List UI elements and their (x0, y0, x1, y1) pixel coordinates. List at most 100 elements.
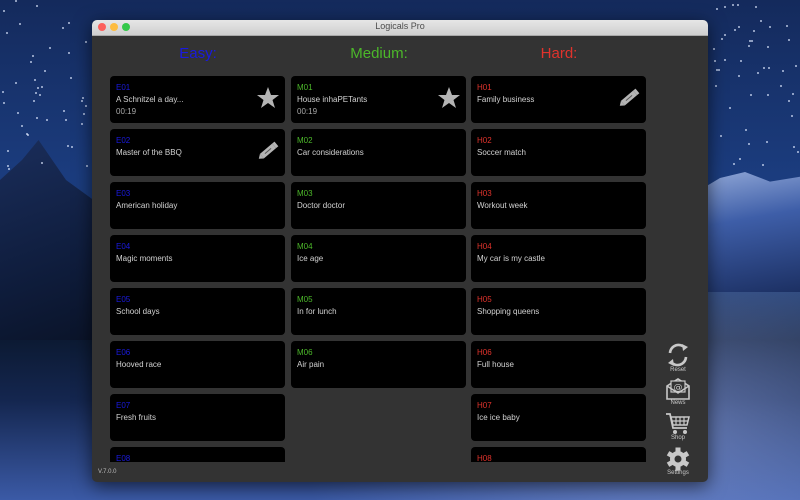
puzzle-card-e03[interactable]: E03 American holiday (110, 182, 285, 229)
puzzle-card-h06[interactable]: H06 Full house (471, 341, 646, 388)
star-icon (256, 86, 280, 110)
puzzle-name: Workout week (477, 201, 528, 210)
star-dot (749, 94, 752, 97)
settings-button[interactable]: Settings (658, 447, 698, 476)
pencil-icon (617, 86, 641, 110)
puzzle-name: Master of the BBQ (116, 148, 182, 157)
star-dot (755, 5, 758, 8)
puzzle-name: Air pain (297, 360, 325, 369)
star-dot (720, 38, 723, 41)
puzzle-card-e08[interactable]: E08 (110, 447, 285, 462)
puzzle-name: Fresh fruits (116, 413, 157, 422)
puzzle-card-m05[interactable]: M05 In for lunch (291, 288, 466, 335)
puzzle-code: H01 (477, 83, 492, 92)
star-dot (793, 146, 796, 149)
puzzle-grid: Easy: Medium: Hard: E01 A Schnitzel a day… (92, 20, 708, 462)
star-dot (35, 5, 38, 8)
puzzle-card-e01[interactable]: E01 A Schnitzel a day... 00:19 (110, 76, 285, 123)
puzzle-code: H08 (477, 454, 492, 462)
star-dot (752, 29, 755, 32)
star-dot (70, 145, 73, 148)
star-dot (38, 93, 41, 96)
puzzle-card-m04[interactable]: M04 Ice age (291, 235, 466, 282)
star-dot (744, 129, 747, 131)
star-dot (80, 100, 83, 103)
star-dot (779, 85, 782, 88)
star-dot (2, 10, 5, 13)
puzzle-name: In for lunch (297, 307, 337, 316)
puzzle-card-e02[interactable]: E02 Master of the BBQ (110, 129, 285, 176)
puzzle-code: E06 (116, 348, 131, 357)
star-dot (732, 162, 735, 165)
pencil-icon (256, 139, 280, 163)
star-dot (6, 165, 9, 168)
star-dot (21, 124, 24, 127)
star-dot (723, 34, 726, 37)
star-dot (84, 105, 87, 108)
puzzle-name: Full house (477, 360, 514, 369)
puzzle-card-e07[interactable]: E07 Fresh fruits (110, 394, 285, 441)
puzzle-card-h05[interactable]: H05 Shopping queens (471, 288, 646, 335)
star-dot (15, 82, 17, 85)
puzzle-code: H07 (477, 401, 492, 410)
puzzle-name: American holiday (116, 201, 178, 210)
news-icon: @ (666, 378, 690, 400)
puzzle-card-h04[interactable]: H04 My car is my castle (471, 235, 646, 282)
star-dot (785, 24, 788, 27)
star-dot (16, 111, 19, 114)
star-dot (62, 109, 65, 112)
puzzle-card-m03[interactable]: M03 Doctor doctor (291, 182, 466, 229)
shop-button[interactable]: Shop (658, 412, 698, 441)
star-dot (40, 86, 43, 89)
puzzle-card-e06[interactable]: E06 Hooved race (110, 341, 285, 388)
puzzle-name: House inhaPETants (297, 95, 368, 104)
puzzle-name: Car considerations (297, 148, 364, 157)
puzzle-code: M06 (297, 348, 313, 357)
star-dot (796, 150, 799, 153)
puzzle-code: E02 (116, 136, 131, 145)
puzzle-name: Family business (477, 95, 535, 104)
puzzle-name: Hooved race (116, 360, 162, 369)
puzzle-code: E07 (116, 401, 131, 410)
star-dot (45, 119, 48, 122)
puzzle-card-h07[interactable]: H07 Ice ice baby (471, 394, 646, 441)
star-dot (713, 60, 716, 63)
puzzle-name: My car is my castle (477, 254, 546, 263)
puzzle-card-e04[interactable]: E04 Magic moments (110, 235, 285, 282)
star-dot (34, 91, 37, 94)
puzzle-name: Shopping queens (477, 307, 540, 316)
puzzle-name: Magic moments (116, 254, 173, 263)
version-label: V.7.0.0 (98, 469, 117, 475)
star-dot (748, 142, 751, 145)
puzzle-name: Soccer match (477, 148, 526, 157)
star-dot (68, 51, 71, 54)
star-dot (86, 164, 89, 167)
star-dot (732, 4, 735, 7)
puzzle-card-h03[interactable]: H03 Workout week (471, 182, 646, 229)
puzzle-code: M02 (297, 136, 313, 145)
puzzle-card-h01[interactable]: H01 Family business (471, 76, 646, 123)
puzzle-card-h02[interactable]: H02 Soccer match (471, 129, 646, 176)
reset-button[interactable]: Reset (658, 342, 698, 373)
star-dot (781, 70, 784, 73)
puzzle-card-e05[interactable]: E05 School days (110, 288, 285, 335)
star-dot (29, 60, 32, 63)
puzzle-card-h08[interactable]: H08 (471, 447, 646, 462)
star-dot (712, 47, 715, 50)
star-dot (67, 144, 70, 147)
wallpaper-mountain-right (700, 172, 800, 292)
star-dot (61, 26, 64, 29)
puzzle-card-m06[interactable]: M06 Air pain (291, 341, 466, 388)
reset-icon (668, 343, 688, 367)
star-dot (759, 19, 762, 22)
puzzle-card-m02[interactable]: M02 Car considerations (291, 129, 466, 176)
puzzle-code: E01 (116, 83, 131, 92)
star-dot (768, 26, 771, 29)
star-dot (733, 28, 736, 31)
puzzle-name: Doctor doctor (297, 201, 346, 210)
news-button[interactable]: @ News (658, 377, 698, 406)
puzzle-code: M01 (297, 83, 313, 92)
star-dot (791, 115, 794, 118)
star-dot (740, 59, 743, 62)
puzzle-card-m01[interactable]: M01 House inhaPETants 00:19 (291, 76, 466, 123)
